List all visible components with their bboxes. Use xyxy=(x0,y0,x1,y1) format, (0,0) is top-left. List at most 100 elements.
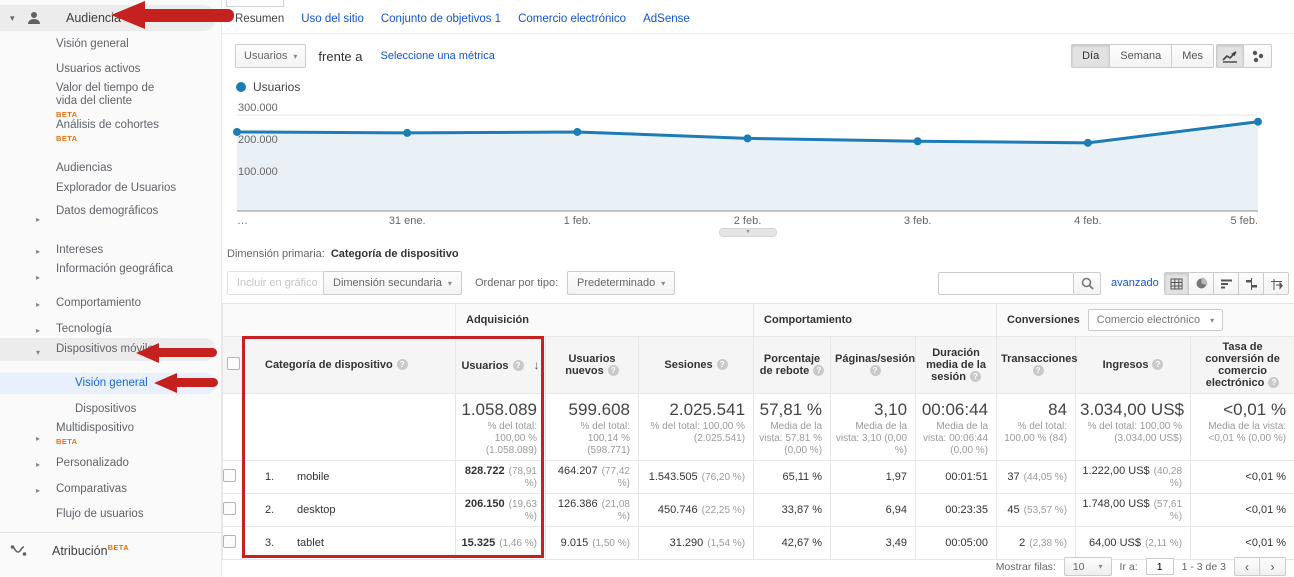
prev-page-button[interactable]: ‹ xyxy=(1234,557,1260,576)
totals-tasa: <0,01 %Media de la vista: <0,01 % (0,00 … xyxy=(1191,394,1294,461)
table-view-icon xyxy=(1170,278,1183,290)
tab-adsense[interactable]: AdSense xyxy=(643,13,690,25)
sidebar-item-usuarios-activos[interactable]: Usuarios activos xyxy=(0,63,216,76)
header-porcentaje-rebote[interactable]: Porcentaje de rebote xyxy=(754,337,831,394)
sidebar-item-valor-tiempo-vida[interactable]: Valor del tiempo de vida del clienteBETA xyxy=(0,82,216,121)
percentage-view-button[interactable] xyxy=(1189,272,1214,295)
svg-text:2 feb.: 2 feb. xyxy=(734,215,762,227)
cell-duracion: 00:01:51 xyxy=(916,461,997,494)
next-page-button[interactable]: › xyxy=(1260,557,1286,576)
show-rows-dropdown[interactable]: 10▾ xyxy=(1064,557,1112,576)
sidebar-item-dispositivos[interactable]: Dispositivos xyxy=(0,403,216,416)
secondary-dimension-dropdown[interactable]: Dimensión secundaria▾ xyxy=(323,271,462,295)
advanced-link[interactable]: avanzado xyxy=(1111,277,1159,289)
svg-text:…: … xyxy=(237,215,248,227)
help-icon[interactable] xyxy=(1152,359,1163,370)
tab-resumen[interactable]: Resumen xyxy=(235,13,284,25)
help-icon[interactable] xyxy=(608,365,619,376)
group-conversiones: Conversiones Comercio electrónico▾ xyxy=(997,304,1294,337)
cell-tasa: <0,01 % xyxy=(1191,494,1294,527)
atribucion-label: AtribuciónBETA xyxy=(52,543,129,558)
help-icon[interactable] xyxy=(970,371,981,382)
header-sesiones[interactable]: Sesiones xyxy=(639,337,754,394)
cell-duracion: 00:05:00 xyxy=(916,527,997,560)
chevron-down-icon: ▾ xyxy=(36,346,40,359)
help-icon[interactable] xyxy=(717,359,728,370)
sidebar-item-personalizado[interactable]: ▸Personalizado xyxy=(0,457,216,470)
svg-text:3 feb.: 3 feb. xyxy=(904,215,932,227)
header-duracion-media[interactable]: Duración media de la sesión xyxy=(916,337,997,394)
cell-sesiones: 31.290(1,54 %) xyxy=(639,527,754,560)
table-toolbar: Incluir en gráfico Dimensión secundaria▾… xyxy=(227,271,1289,297)
select-metric-link[interactable]: Seleccione una métrica xyxy=(381,50,495,62)
primary-dimension-value[interactable]: Categoría de dispositivo xyxy=(331,248,459,260)
sidebar-item-comportamiento[interactable]: ▸Comportamiento xyxy=(0,297,216,310)
header-transacciones[interactable]: Transacciones xyxy=(997,337,1076,394)
sidebar-item-explorador-usuarios[interactable]: Explorador de Usuarios xyxy=(0,182,216,195)
cell-usuarios-nuevos: 464.207(77,42 %) xyxy=(546,461,639,494)
sidebar-item-tecnologia[interactable]: ▸Tecnología xyxy=(0,323,216,336)
sidebar: ▾ Audiencia Visión general Usuarios acti… xyxy=(0,0,222,577)
goto-page-input[interactable] xyxy=(1146,558,1174,575)
sidebar-item-vision-general[interactable]: Visión general xyxy=(0,38,216,51)
report-tabs: Resumen Uso del sitio Conjunto de objeti… xyxy=(235,13,690,25)
pagination-bar: Mostrar filas: 10▾ Ir a: 1 - 3 de 3 ‹ › xyxy=(996,557,1286,576)
select-all-checkbox[interactable] xyxy=(227,357,240,370)
header-tasa-conversion[interactable]: Tasa de conversión de comercio electróni… xyxy=(1191,337,1294,394)
chart-type-buttons xyxy=(1216,44,1272,68)
include-in-chart-button[interactable]: Incluir en gráfico xyxy=(227,271,328,295)
scatter-chart-button[interactable] xyxy=(1244,44,1272,68)
line-chart-button[interactable] xyxy=(1216,44,1244,68)
table-search-input[interactable] xyxy=(938,272,1073,295)
tab-comercio-electronico[interactable]: Comercio electrónico xyxy=(518,13,626,25)
row-checkbox[interactable] xyxy=(223,535,236,548)
help-icon[interactable] xyxy=(870,365,881,376)
sidebar-item-analisis-cohortes[interactable]: Análisis de cohortesBETA xyxy=(0,119,216,145)
cell-usuarios-nuevos: 126.386(21,08 %) xyxy=(546,494,639,527)
cell-tasa: <0,01 % xyxy=(1191,527,1294,560)
cell-usuarios-nuevos: 9.015(1,50 %) xyxy=(546,527,639,560)
cell-tasa: <0,01 % xyxy=(1191,461,1294,494)
sidebar-item-audiencias[interactable]: Audiencias xyxy=(0,162,216,175)
table-view-button[interactable] xyxy=(1164,272,1189,295)
granularity-day-button[interactable]: Día xyxy=(1071,44,1110,68)
conversion-goal-dropdown[interactable]: Comercio electrónico▾ xyxy=(1088,309,1223,331)
svg-text:1 feb.: 1 feb. xyxy=(564,215,592,227)
pivot-view-button[interactable] xyxy=(1264,272,1289,295)
row-checkbox[interactable] xyxy=(223,502,236,515)
annotation-arrow-dispositivos-shaft xyxy=(156,348,217,357)
performance-view-button[interactable] xyxy=(1214,272,1239,295)
person-icon xyxy=(26,10,42,26)
help-icon[interactable] xyxy=(1268,377,1279,388)
timeline-slider-handle[interactable]: ▾ xyxy=(719,228,777,237)
tabbar-divider xyxy=(222,33,1294,34)
primary-dimension-bar: Dimensión primaria:Categoría de disposit… xyxy=(227,248,459,260)
tab-conjunto-objetivos[interactable]: Conjunto de objetivos 1 xyxy=(381,13,501,25)
sidebar-item-datos-demograficos[interactable]: ▸Datos demográficos xyxy=(0,205,216,218)
row-checkbox[interactable] xyxy=(223,469,236,482)
comparison-view-button[interactable] xyxy=(1239,272,1264,295)
sidebar-item-informacion-geografica[interactable]: ▸Información geográfica xyxy=(0,263,216,276)
help-icon[interactable] xyxy=(1033,365,1044,376)
help-icon[interactable] xyxy=(813,365,824,376)
metric-dropdown[interactable]: Usuarios▾ xyxy=(235,44,306,68)
sidebar-item-multidispositivo[interactable]: ▸MultidispositivoBETA xyxy=(0,422,216,448)
sidebar-item-atribucion[interactable]: AtribuciónBETA xyxy=(0,543,216,559)
granularity-week-button[interactable]: Semana xyxy=(1110,44,1172,68)
sidebar-item-comparativas[interactable]: ▸Comparativas xyxy=(0,483,216,496)
sort-type-dropdown[interactable]: Predeterminado▾ xyxy=(567,271,675,295)
search-button[interactable] xyxy=(1073,272,1101,295)
tab-uso-del-sitio[interactable]: Uso del sitio xyxy=(301,13,364,25)
svg-text:31 ene.: 31 ene. xyxy=(389,215,426,227)
header-ingresos[interactable]: Ingresos xyxy=(1076,337,1191,394)
totals-usuarios-nuevos: 599.608% del total: 100,14 % (598.771) xyxy=(546,394,639,461)
cell-paginas: 3,49 xyxy=(831,527,916,560)
chevron-down-icon: ▾ xyxy=(293,52,297,61)
header-paginas-sesion[interactable]: Páginas/sesión xyxy=(831,337,916,394)
header-usuarios-nuevos[interactable]: Usuarios nuevos xyxy=(546,337,639,394)
annotation-arrow-audiencia-shaft xyxy=(142,9,234,22)
sidebar-item-intereses[interactable]: ▸Intereses xyxy=(0,244,216,257)
granularity-month-button[interactable]: Mes xyxy=(1172,44,1214,68)
chevron-down-icon: ▾ xyxy=(746,229,749,235)
sidebar-item-flujo-usuarios[interactable]: Flujo de usuarios xyxy=(0,508,216,521)
